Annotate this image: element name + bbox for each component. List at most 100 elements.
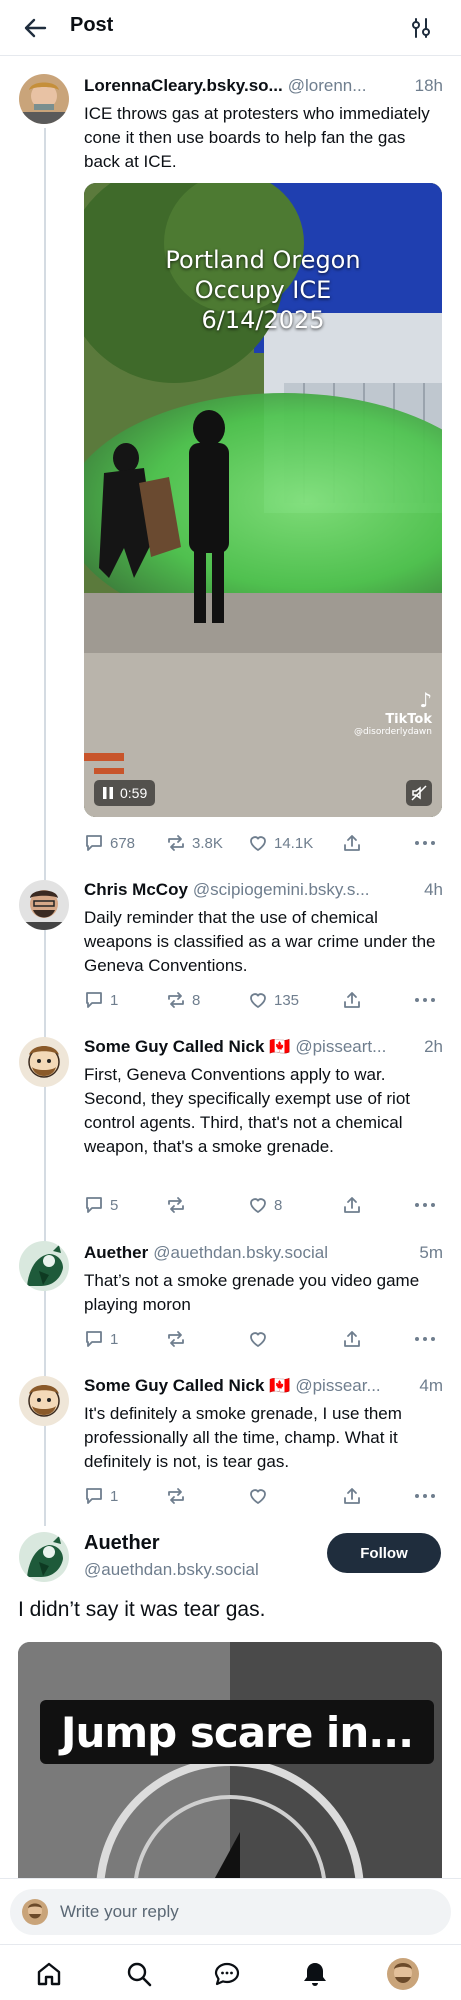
more-button[interactable]: [414, 1193, 436, 1217]
avatar[interactable]: [19, 74, 69, 124]
focused-author-handle[interactable]: @auethdan.bsky.social: [84, 1560, 259, 1580]
repost-icon: [168, 1331, 184, 1347]
like-button[interactable]: 8: [248, 1193, 282, 1217]
author-name[interactable]: Some Guy Called Nick 🇨🇦: [84, 1037, 290, 1057]
reply-icon: [86, 835, 102, 851]
post-time[interactable]: 2h: [424, 1037, 443, 1057]
heart-icon: [250, 1489, 266, 1505]
profile-avatar: [387, 1958, 419, 1990]
heart-icon: [250, 836, 266, 852]
share-button[interactable]: [342, 1193, 362, 1217]
avatar[interactable]: [19, 1037, 69, 1087]
follow-button[interactable]: Follow: [327, 1533, 441, 1573]
pause-icon[interactable]: [102, 786, 114, 800]
author-handle[interactable]: @pissear...: [295, 1376, 413, 1396]
post-text: First, Geneva Conventions apply to war. …: [84, 1065, 410, 1156]
more-dots-icon: [415, 1337, 435, 1341]
repost-button[interactable]: [166, 1193, 186, 1217]
bottom-nav: [0, 1944, 461, 2000]
more-button[interactable]: [414, 1327, 436, 1351]
post-time[interactable]: 4h: [424, 880, 443, 900]
reply-button[interactable]: 1: [84, 1484, 118, 1508]
post-time[interactable]: 5m: [419, 1243, 443, 1263]
post-text: ICE throws gas at protesters who immedia…: [84, 104, 430, 171]
avatar[interactable]: [19, 1532, 69, 1582]
repost-icon: [168, 992, 184, 1008]
repost-icon: [168, 1197, 184, 1213]
repost-icon: [168, 835, 184, 851]
reply-button[interactable]: 5: [84, 1193, 118, 1217]
reply-icon: [86, 1197, 102, 1213]
author-handle[interactable]: @lorenn...: [288, 76, 409, 96]
video-controls[interactable]: 0:59: [94, 780, 156, 806]
author-name[interactable]: Chris McCoy: [84, 880, 188, 900]
mute-button[interactable]: [406, 780, 432, 806]
author-handle[interactable]: @scipiogemini.bsky.s...: [193, 880, 418, 900]
home-icon: [37, 1962, 61, 1986]
post-header: LorennaCleary.bsky.so... @lorenn... 18h: [84, 76, 443, 96]
author-name[interactable]: LorennaCleary.bsky.so...: [84, 76, 283, 96]
author-handle[interactable]: @pisseart...: [295, 1037, 418, 1057]
like-button[interactable]: 135: [248, 988, 299, 1012]
author-name[interactable]: Some Guy Called Nick 🇨🇦: [84, 1376, 290, 1396]
reply-icon: [86, 992, 102, 1008]
search-icon: [127, 1962, 152, 1987]
like-button[interactable]: [248, 1484, 268, 1508]
thread-line: [44, 128, 46, 1526]
back-button[interactable]: [20, 14, 50, 42]
embed-caption: Jump scare in...: [40, 1700, 434, 1764]
bell-icon: [304, 1963, 326, 1986]
nav-home[interactable]: [32, 1957, 66, 1991]
reply-input[interactable]: Write your reply: [10, 1889, 451, 1935]
video-caption: Portland Oregon Occupy ICE 6/14/2025: [165, 246, 361, 334]
arrow-left-icon: [24, 18, 47, 38]
post-header: Some Guy Called Nick 🇨🇦 @pisseart... 2h: [84, 1037, 443, 1057]
more-dots-icon: [415, 1203, 435, 1207]
share-button[interactable]: [342, 988, 362, 1012]
repost-button[interactable]: 3.8K: [166, 831, 223, 855]
reply-bar: Write your reply: [0, 1878, 461, 1944]
share-button[interactable]: [342, 1327, 362, 1351]
author-handle[interactable]: @auethdan.bsky.social: [153, 1243, 413, 1263]
nav-profile[interactable]: [386, 1957, 420, 1991]
avatar[interactable]: [19, 1376, 69, 1426]
reply-placeholder: Write your reply: [60, 1902, 179, 1921]
video-duration: 0:59: [120, 785, 148, 801]
video-player[interactable]: Portland Oregon Occupy ICE 6/14/2025 ♪ T…: [84, 183, 442, 817]
share-button[interactable]: [342, 831, 362, 855]
more-button[interactable]: [414, 988, 436, 1012]
more-button[interactable]: [414, 1484, 436, 1508]
heart-icon: [250, 1198, 266, 1214]
post-header: Auether @auethdan.bsky.social 5m: [84, 1243, 443, 1263]
post-actions: 1 8 135: [84, 988, 442, 1012]
heart-icon: [250, 1332, 266, 1348]
nav-notifications[interactable]: [298, 1957, 332, 1991]
more-button[interactable]: [414, 831, 436, 855]
embed-frame: [18, 1642, 442, 1887]
post-time[interactable]: 4m: [419, 1376, 443, 1396]
reply-icon: [86, 1488, 102, 1504]
focused-author-name[interactable]: Auether: [84, 1532, 160, 1555]
nav-search[interactable]: [122, 1957, 156, 1991]
like-button[interactable]: 14.1K: [248, 831, 313, 855]
thread-settings-button[interactable]: [407, 14, 435, 42]
share-button[interactable]: [342, 1484, 362, 1508]
repost-button[interactable]: 8: [166, 988, 200, 1012]
like-button[interactable]: [248, 1327, 268, 1351]
author-name[interactable]: Auether: [84, 1243, 148, 1263]
avatar[interactable]: [19, 880, 69, 930]
post-header: Chris McCoy @scipiogemini.bsky.s... 4h: [84, 880, 443, 900]
more-dots-icon: [415, 841, 435, 845]
more-dots-icon: [415, 998, 435, 1002]
reply-button[interactable]: 1: [84, 1327, 118, 1351]
reply-button[interactable]: 678: [84, 831, 135, 855]
nav-chat[interactable]: [210, 1957, 244, 1991]
post-text: Daily reminder that the use of chemical …: [84, 908, 436, 975]
repost-button[interactable]: [166, 1484, 186, 1508]
share-icon: [344, 1488, 360, 1504]
avatar[interactable]: [19, 1241, 69, 1291]
reply-button[interactable]: 1: [84, 988, 118, 1012]
repost-button[interactable]: [166, 1327, 186, 1351]
post-time[interactable]: 18h: [415, 76, 443, 96]
embedded-video[interactable]: Jump scare in...: [18, 1642, 442, 1887]
